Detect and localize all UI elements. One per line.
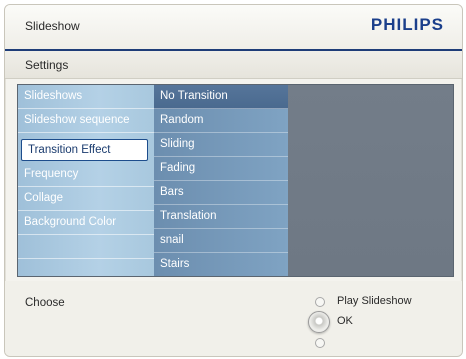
menu-item-slideshow-sequence[interactable]: Slideshow sequence (18, 109, 154, 133)
option-snail[interactable]: snail (154, 229, 288, 253)
option-label: Translation (160, 210, 217, 222)
ok-button-icon[interactable] (308, 311, 330, 333)
section-title: Settings (25, 58, 69, 72)
frame: Slideshow PHILIPS Settings Slideshows Sl… (4, 4, 463, 357)
option-label: No Transition (160, 90, 228, 102)
option-random[interactable]: Random (154, 109, 288, 133)
option-label: Stairs (160, 258, 190, 270)
option-label: Bars (160, 186, 184, 198)
option-label: Fading (160, 162, 196, 174)
page-title: Slideshow (25, 19, 80, 33)
settings-menu: Slideshows Slideshow sequence Transition… (18, 85, 154, 276)
menu-item-label: Frequency (24, 168, 79, 180)
menu-item-label: Slideshows (24, 90, 83, 102)
menu-item-slideshows[interactable]: Slideshows (18, 85, 154, 109)
option-sliding[interactable]: Sliding (154, 133, 288, 157)
menu-item-label: Background Color (24, 216, 117, 228)
brand-logo: PHILIPS (370, 15, 444, 34)
menu-item-label: Slideshow sequence (24, 114, 130, 126)
transition-options: No Transition Random Sliding Fading Bars… (154, 85, 288, 276)
menu-item-background-color[interactable]: Background Color (18, 211, 154, 235)
menu-item-collage[interactable]: Collage (18, 187, 154, 211)
footer: Choose Play Slideshow OK (5, 281, 462, 356)
menu-item-label: Transition Effect (28, 144, 111, 156)
menu-item-transition-effect[interactable]: Transition Effect (21, 139, 148, 161)
option-label: Sliding (160, 138, 195, 150)
settings-panel: Slideshows Slideshow sequence Transition… (17, 84, 454, 277)
nav-down-dot-icon[interactable] (315, 338, 325, 348)
menu-item-empty (18, 259, 154, 283)
footer-hint: Choose (25, 297, 65, 309)
section-bar: Settings (5, 51, 462, 79)
option-translation[interactable]: Translation (154, 205, 288, 229)
option-label: snail (160, 234, 184, 246)
menu-item-empty (18, 235, 154, 259)
play-slideshow-label: Play Slideshow (337, 295, 412, 307)
preview-area (288, 85, 453, 276)
option-bars[interactable]: Bars (154, 181, 288, 205)
menu-item-label: Collage (24, 192, 63, 204)
option-fading[interactable]: Fading (154, 157, 288, 181)
option-stairs[interactable]: Stairs (154, 253, 288, 277)
title-bar: Slideshow PHILIPS (5, 5, 462, 51)
nav-up-dot-icon[interactable] (315, 297, 325, 307)
menu-item-frequency[interactable]: Frequency (18, 163, 154, 187)
option-no-transition[interactable]: No Transition (154, 85, 288, 109)
option-label: Random (160, 114, 204, 126)
ok-label: OK (337, 315, 353, 327)
